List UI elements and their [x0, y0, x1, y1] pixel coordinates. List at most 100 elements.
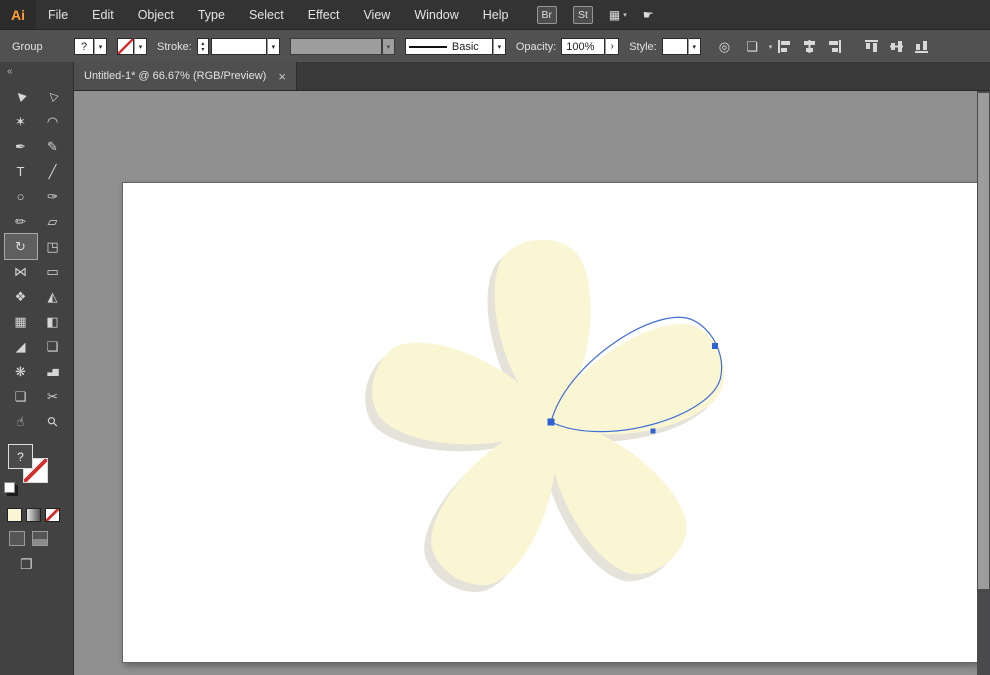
stock-button[interactable]: St	[573, 5, 593, 24]
opacity-value[interactable]: 100%	[561, 38, 606, 55]
style-combo[interactable]: ▾	[661, 38, 701, 55]
brush-definition-combo[interactable]: ▾	[289, 38, 395, 55]
line-style-chevron-icon[interactable]: ▾	[492, 38, 506, 55]
context-label: Group	[12, 40, 43, 53]
canvas[interactable]	[74, 91, 990, 675]
control-bar: Group ? ▾ ▾ Stroke: ▴ ▾ ▾ ▾ Basic ▾ Opac…	[0, 30, 990, 64]
arrange-documents-icon[interactable]: ▦	[609, 8, 620, 22]
panel-collapse-button[interactable]: «	[0, 62, 73, 84]
tool-rotate[interactable]: ↻	[3, 233, 38, 260]
gradient-button[interactable]	[26, 508, 41, 522]
align-horizontal-right-icon[interactable]	[823, 37, 846, 57]
artboard[interactable]	[122, 182, 978, 663]
tool-pen[interactable]: ✒	[5, 134, 37, 159]
tool-width[interactable]: ⋈	[5, 259, 37, 284]
opacity-more-icon[interactable]: ›	[605, 38, 620, 55]
menu-view[interactable]: View	[351, 0, 402, 29]
tool-line-segment[interactable]: ╱	[37, 159, 69, 184]
share-icon[interactable]: ☛	[643, 8, 654, 22]
opacity-combo[interactable]: 100% ›	[561, 38, 620, 55]
style-chevron-icon[interactable]: ▾	[687, 38, 701, 55]
fill-swatch[interactable]: ?	[8, 444, 33, 469]
draw-behind-icon[interactable]	[32, 531, 48, 546]
align-horizontal-center-icon[interactable]	[798, 37, 821, 57]
anchor-edge[interactable]	[650, 428, 656, 434]
menu-window[interactable]: Window	[402, 0, 470, 29]
eraser-icon: ▱	[47, 213, 58, 229]
menu-object[interactable]: Object	[126, 0, 186, 29]
tab-close-icon[interactable]: ×	[278, 69, 286, 84]
menu-effect[interactable]: Effect	[296, 0, 352, 29]
menu-type[interactable]: Type	[186, 0, 237, 29]
arrange-documents-chevron-icon[interactable]: ▾	[623, 11, 627, 19]
tool-perspective-grid[interactable]: ◭	[37, 284, 69, 309]
align-vertical-top-icon[interactable]	[860, 37, 883, 57]
menu-help[interactable]: Help	[471, 0, 521, 29]
tool-grid: ▶ ▷ ✶ ◠ ✒ ✎ T ╱ ○ ✑ ✏ ▱ ↻ ◳ ⋈ ▭ ❖ ◭ ▦ ◧	[0, 84, 73, 434]
stepper-down-icon[interactable]: ▾	[201, 47, 204, 53]
menu-select[interactable]: Select	[237, 0, 296, 29]
tool-column-graph[interactable]: ▃▆	[37, 359, 69, 384]
tool-zoom[interactable]: ⚲	[37, 409, 69, 434]
graphic-style-combo[interactable]: Basic ▾	[404, 38, 506, 55]
color-mode-row	[0, 500, 73, 522]
align-horizontal-left-icon[interactable]	[773, 37, 796, 57]
align-vertical-bottom-icon[interactable]	[910, 37, 933, 57]
none-button[interactable]	[45, 508, 60, 522]
tool-direct-selection[interactable]: ▷	[37, 84, 69, 109]
menu-edit[interactable]: Edit	[80, 0, 126, 29]
document-options-icon[interactable]: ❏	[746, 39, 758, 55]
stroke-weight-combo[interactable]: ▾	[210, 38, 280, 55]
gradient-icon: ◧	[46, 313, 59, 329]
brush-chevron-icon[interactable]: ▾	[381, 38, 395, 55]
tool-pencil[interactable]: ✏	[5, 209, 37, 234]
tool-lasso[interactable]: ◠	[37, 109, 69, 134]
variable-width-profile-combo[interactable]: ? ▾	[74, 38, 107, 55]
tool-magic-wand[interactable]: ✶	[5, 109, 37, 134]
default-fill-stroke-icon[interactable]	[4, 482, 15, 493]
tool-curvature[interactable]: ✎	[37, 134, 69, 159]
anchor-tip[interactable]	[712, 343, 718, 349]
flower-artwork[interactable]	[123, 183, 977, 662]
tool-slice[interactable]: ✂	[37, 384, 69, 409]
tool-paintbrush[interactable]: ✑	[37, 184, 69, 209]
tool-selection[interactable]: ▶	[5, 84, 37, 109]
tool-scale[interactable]: ◳	[37, 234, 69, 259]
menu-file[interactable]: File	[36, 0, 80, 29]
tool-eraser[interactable]: ▱	[37, 209, 69, 234]
stroke-color-combo[interactable]: ▾	[117, 38, 147, 55]
selection-icon: ▶	[13, 88, 29, 104]
stroke-none-swatch[interactable]	[117, 38, 134, 55]
draw-normal-icon[interactable]	[9, 531, 25, 546]
tool-ellipse[interactable]: ○	[5, 184, 37, 209]
tool-type[interactable]: T	[5, 159, 37, 184]
color-button[interactable]	[7, 508, 22, 522]
tool-eyedropper[interactable]: ◢	[5, 334, 37, 359]
stroke-weight-value	[210, 38, 267, 55]
tool-hand[interactable]: ☝	[5, 409, 37, 434]
tool-blend[interactable]: ❑	[37, 334, 69, 359]
tool-shape-builder[interactable]: ❖	[5, 284, 37, 309]
document-options-chevron-icon[interactable]: ▾	[769, 43, 773, 51]
globe-icon[interactable]: ◎	[719, 39, 730, 55]
vertical-scrollbar-thumb[interactable]	[978, 93, 989, 589]
document-tab[interactable]: Untitled-1* @ 66.67% (RGB/Preview) ×	[74, 62, 297, 90]
anchor-center[interactable]	[547, 418, 555, 426]
blend-icon: ❑	[46, 338, 59, 354]
tool-artboard[interactable]: ❏	[5, 384, 37, 409]
align-vertical-center-icon[interactable]	[885, 37, 908, 57]
style-value	[661, 38, 688, 55]
stroke-color-chevron-icon[interactable]: ▾	[134, 38, 147, 55]
profile-chevron-icon[interactable]: ▾	[94, 38, 107, 55]
stroke-weight-stepper[interactable]: ▴ ▾	[196, 38, 209, 55]
brush-definition-value	[289, 38, 382, 55]
screen-mode-icon[interactable]: ❐	[20, 556, 33, 572]
tool-gradient[interactable]: ◧	[37, 309, 69, 334]
tool-symbol-sprayer[interactable]: ❋	[5, 359, 37, 384]
tool-mesh[interactable]: ▦	[5, 309, 37, 334]
perspective-grid-icon: ◭	[47, 288, 58, 304]
stroke-weight-chevron-icon[interactable]: ▾	[266, 38, 280, 55]
tool-free-transform[interactable]: ▭	[37, 259, 69, 284]
vertical-scrollbar[interactable]	[977, 91, 990, 675]
bridge-button[interactable]: Br	[536, 5, 557, 24]
